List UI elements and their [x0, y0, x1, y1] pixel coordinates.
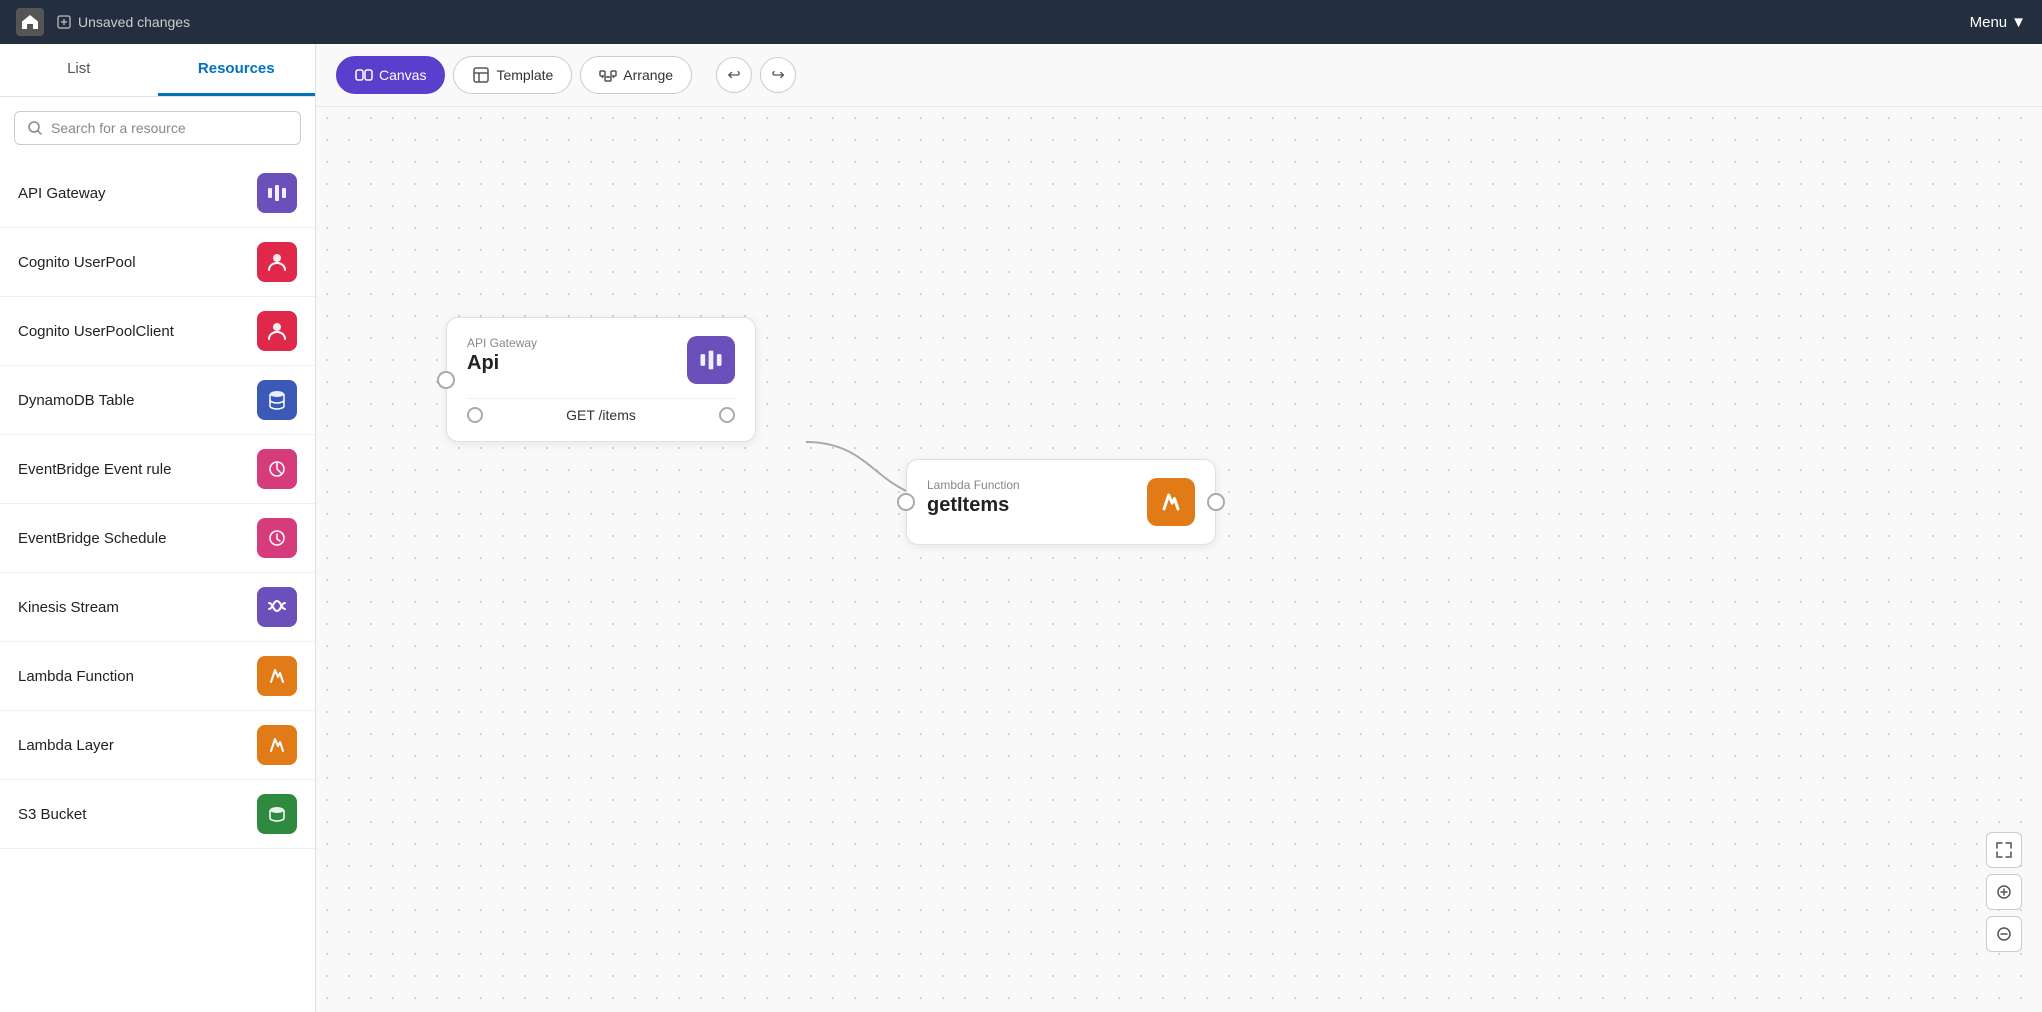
cognito-userpool-icon	[257, 242, 297, 282]
route-connector-left[interactable]	[467, 407, 483, 423]
lambda-node[interactable]: Lambda Function getItems	[906, 459, 1216, 545]
list-item[interactable]: S3 Bucket	[0, 780, 315, 849]
search-icon	[27, 120, 43, 136]
lambda-connector-left[interactable]	[897, 493, 915, 511]
eventbridge-schedule-icon	[257, 518, 297, 558]
canvas-button[interactable]: Canvas	[336, 56, 445, 94]
canvas-area: Canvas Template Arrange ↩ ↪	[316, 44, 2042, 1012]
redo-button[interactable]: ↪	[760, 57, 796, 93]
list-item[interactable]: Lambda Layer	[0, 711, 315, 780]
list-item[interactable]: EventBridge Event rule	[0, 435, 315, 504]
api-gateway-name: Api	[467, 352, 675, 375]
cognito-userpoolclient-icon	[257, 311, 297, 351]
sidebar: List Resources API Gateway Cognito UserP…	[0, 44, 316, 1012]
zoom-in-button[interactable]	[1986, 874, 2022, 910]
lambda-layer-icon	[257, 725, 297, 765]
list-item[interactable]: Lambda Function	[0, 642, 315, 711]
lambda-name: getItems	[927, 494, 1135, 517]
api-gateway-connector-left[interactable]	[437, 371, 455, 389]
list-item[interactable]: Cognito UserPool	[0, 228, 315, 297]
api-gateway-route: GET /items	[467, 398, 735, 423]
fit-to-screen-button[interactable]	[1986, 832, 2022, 868]
home-button[interactable]	[16, 8, 44, 36]
toolbar: Canvas Template Arrange ↩ ↪	[316, 44, 2042, 107]
eventbridge-event-icon	[257, 449, 297, 489]
tab-list[interactable]: List	[0, 44, 158, 96]
api-gateway-node[interactable]: API Gateway Api GET /items	[446, 317, 756, 442]
zoom-out-button[interactable]	[1986, 916, 2022, 952]
resource-list: API Gateway Cognito UserPool Cognito Use…	[0, 159, 315, 1012]
api-gateway-icon	[257, 173, 297, 213]
unsaved-indicator: Unsaved changes	[56, 14, 190, 30]
canvas-background	[316, 107, 2042, 1012]
topbar: Unsaved changes Menu ▼	[0, 0, 2042, 44]
zoom-controls	[1986, 832, 2022, 952]
s3-bucket-icon	[257, 794, 297, 834]
api-gateway-category: API Gateway	[467, 336, 675, 350]
lambda-function-icon	[257, 656, 297, 696]
lambda-category: Lambda Function	[927, 478, 1135, 492]
route-connector-right[interactable]	[719, 407, 735, 423]
list-item[interactable]: Kinesis Stream	[0, 573, 315, 642]
undo-button[interactable]: ↩	[716, 57, 752, 93]
kinesis-icon	[257, 587, 297, 627]
tab-resources[interactable]: Resources	[158, 44, 316, 96]
list-item[interactable]: Cognito UserPoolClient	[0, 297, 315, 366]
list-item[interactable]: EventBridge Schedule	[0, 504, 315, 573]
lambda-connector-right[interactable]	[1207, 493, 1225, 511]
template-button[interactable]: Template	[453, 56, 572, 94]
arrange-button[interactable]: Arrange	[580, 56, 692, 94]
list-item[interactable]: API Gateway	[0, 159, 315, 228]
canvas[interactable]: API Gateway Api GET /items	[316, 107, 2042, 1012]
menu-button[interactable]: Menu ▼	[1970, 14, 2026, 31]
sidebar-tabs: List Resources	[0, 44, 315, 97]
api-gateway-node-icon	[687, 336, 735, 384]
lambda-node-icon	[1147, 478, 1195, 526]
list-item[interactable]: DynamoDB Table	[0, 366, 315, 435]
search-input[interactable]	[51, 120, 288, 136]
dynamodb-icon	[257, 380, 297, 420]
search-box	[14, 111, 301, 145]
